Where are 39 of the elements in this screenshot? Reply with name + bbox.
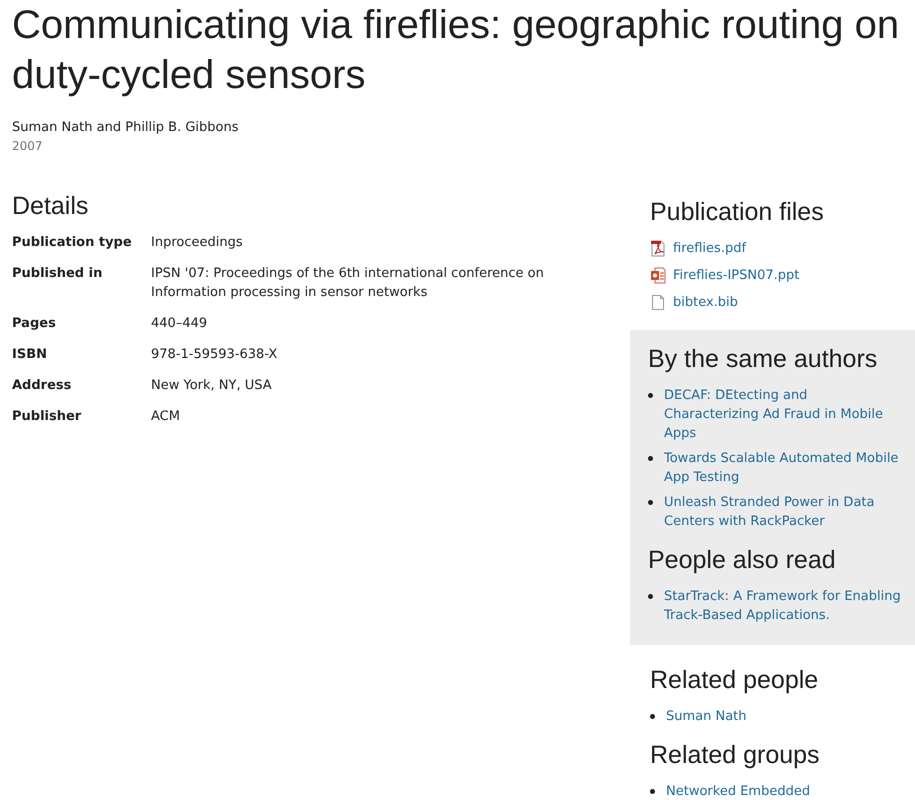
bullet-icon xyxy=(650,714,655,719)
list-link[interactable]: Towards Scalable Automated Mobile App Testing xyxy=(664,449,905,487)
file-link[interactable]: bibtex.bib xyxy=(673,293,738,312)
section-heading: By the same authors xyxy=(648,344,878,374)
section-heading: Details xyxy=(12,191,90,221)
detail-value: 978-1-59593-638-X xyxy=(151,346,278,364)
detail-value: Inproceedings xyxy=(151,234,243,252)
section-heading: People also read xyxy=(648,545,837,575)
bullet-icon xyxy=(648,393,653,398)
file-link[interactable]: Fireflies-IPSN07.ppt xyxy=(673,266,800,285)
detail-label: ISBN xyxy=(12,346,48,364)
list-link[interactable]: Unleash Stranded Power in Data Centers with RackPacker xyxy=(664,493,905,531)
detail-label: Published in xyxy=(12,265,104,283)
detail-label: Publisher xyxy=(12,408,82,426)
file-icon xyxy=(650,294,666,311)
bullet-icon xyxy=(648,594,653,599)
detail-label: Address xyxy=(12,377,72,395)
detail-label: Pages xyxy=(12,315,57,333)
author-names: Suman Nath and Phillip B. Gibbons xyxy=(12,119,240,137)
page-title: Communicating via fireflies: geographic routing on duty-cycled sensors xyxy=(12,2,900,99)
list-link[interactable]: StarTrack: A Framework for Enabling Track-Based Applications. xyxy=(664,587,905,625)
detail-label: Publication type xyxy=(12,234,133,252)
detail-value: IPSN '07: Proceedings of the 6th international conference on Information processing in sensor networks xyxy=(151,265,545,302)
bullet-icon xyxy=(650,789,655,794)
detail-value: 440–449 xyxy=(151,315,208,333)
list-link[interactable]: DECAF: DEtecting and Characterizing Ad Fraud in Mobile Apps xyxy=(664,386,905,443)
bullet-icon xyxy=(648,500,653,505)
section-heading: Related people xyxy=(650,665,820,695)
section-heading: Related groups xyxy=(650,740,821,770)
publication-year: 2007 xyxy=(12,138,44,155)
detail-value: New York, NY, USA xyxy=(151,377,272,395)
bullet-icon xyxy=(648,456,653,461)
list-link[interactable]: Suman Nath xyxy=(666,707,747,726)
section-heading: Publication files xyxy=(650,197,825,227)
detail-value: ACM xyxy=(151,408,180,426)
file-link[interactable]: fireflies.pdf xyxy=(673,239,746,258)
pdf-file-icon xyxy=(650,240,666,257)
presentation-file-icon xyxy=(650,267,666,284)
list-link[interactable]: Networked Embedded xyxy=(666,782,810,800)
